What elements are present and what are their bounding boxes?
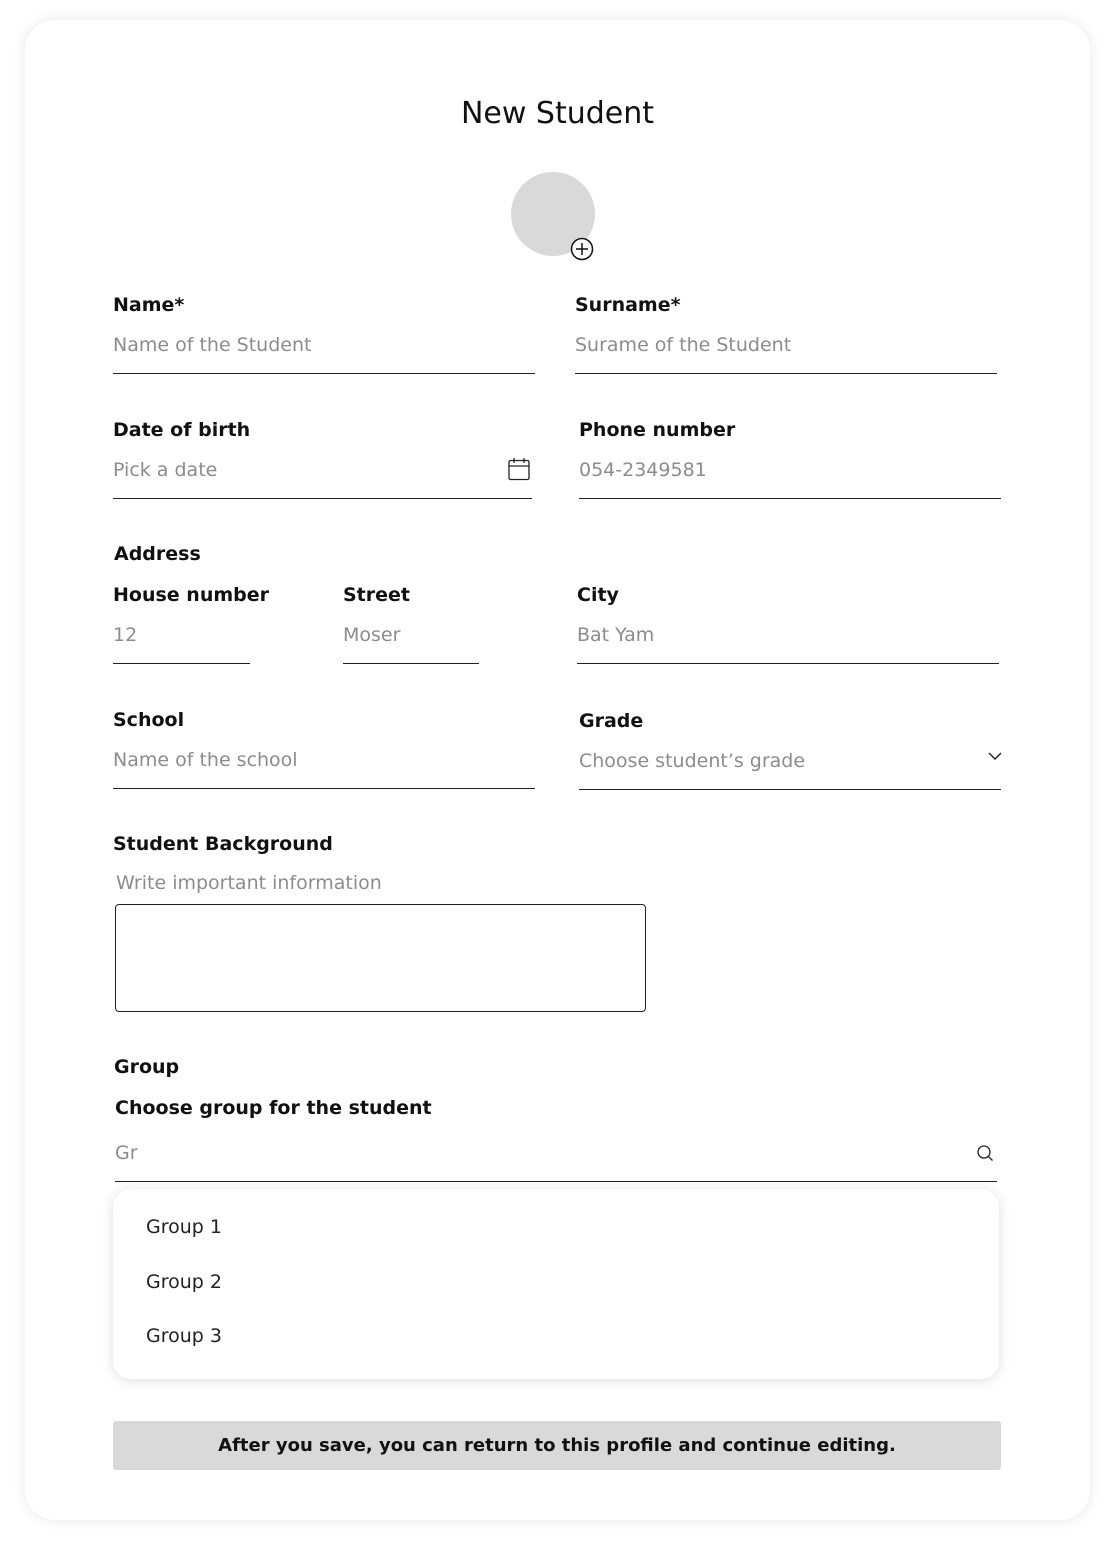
date-of-birth-input[interactable]: [113, 455, 532, 499]
street-input[interactable]: [343, 620, 479, 664]
address-label: Address: [114, 543, 201, 565]
phone-number-label: Phone number: [579, 419, 736, 441]
street-label: Street: [343, 584, 410, 606]
school-input[interactable]: [113, 745, 535, 789]
group-sublabel: Choose group for the student: [115, 1097, 432, 1119]
grade-label: Grade: [579, 710, 644, 732]
name-input[interactable]: [113, 330, 535, 374]
grade-select[interactable]: [579, 746, 1001, 790]
surname-label: Surname*: [575, 294, 681, 316]
chevron-down-icon[interactable]: [987, 750, 1003, 762]
name-label: Name*: [113, 294, 185, 316]
phone-number-input[interactable]: [579, 455, 1001, 499]
group-option[interactable]: Group 2: [146, 1271, 222, 1293]
calendar-icon[interactable]: [508, 457, 530, 481]
house-number-label: House number: [113, 584, 269, 606]
student-background-textarea[interactable]: [115, 904, 646, 1012]
group-label: Group: [114, 1056, 180, 1078]
student-background-hint: Write important information: [116, 872, 382, 894]
group-dropdown: Group 1 Group 2 Group 3: [113, 1189, 999, 1379]
group-option[interactable]: Group 1: [146, 1216, 222, 1238]
city-input[interactable]: [577, 620, 999, 664]
date-of-birth-label: Date of birth: [113, 419, 251, 441]
student-background-label: Student Background: [113, 833, 333, 855]
school-label: School: [113, 709, 185, 731]
plus-circle-icon[interactable]: [570, 237, 594, 261]
group-option[interactable]: Group 3: [146, 1325, 222, 1347]
search-icon[interactable]: [976, 1144, 994, 1162]
save-notice-banner: After you save, you can return to this p…: [113, 1421, 1001, 1470]
page-title: New Student: [460, 96, 655, 131]
group-search-input[interactable]: [115, 1138, 997, 1182]
surname-input[interactable]: [575, 330, 997, 374]
city-label: City: [577, 584, 619, 606]
house-number-input[interactable]: [113, 620, 250, 664]
